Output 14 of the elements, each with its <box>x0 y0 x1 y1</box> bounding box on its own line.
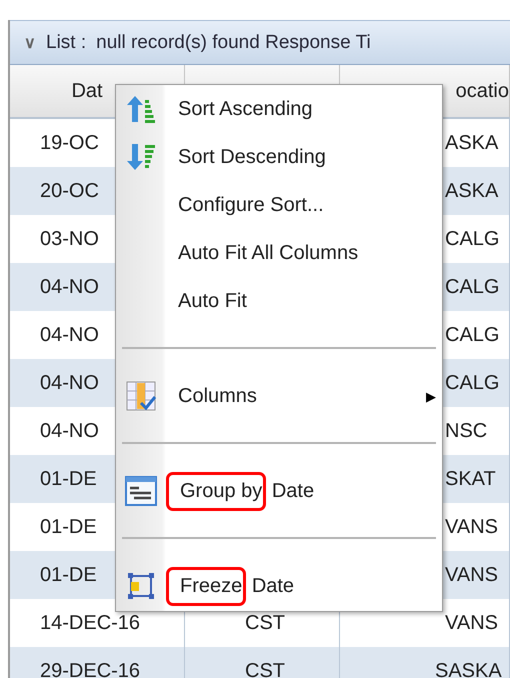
freeze-pane-icon <box>126 571 156 601</box>
column-grid-icon <box>126 381 156 411</box>
submenu-arrow: ▶ <box>426 388 436 404</box>
record-status: null record(s) found Response Ti <box>96 32 371 54</box>
list-title: List : <box>46 32 86 54</box>
table-cell: CST <box>185 647 340 678</box>
annotation-box: Group by <box>166 472 266 510</box>
annotation-box: Freeze <box>166 566 246 606</box>
sort-descending-icon <box>126 142 156 172</box>
group-list-icon <box>125 476 157 506</box>
table-cell: SASKA <box>340 647 510 678</box>
collapse-caret[interactable]: ∨ <box>24 32 36 52</box>
table-cell: 29-DEC-16 <box>10 647 185 678</box>
sort-ascending-icon <box>126 94 156 124</box>
